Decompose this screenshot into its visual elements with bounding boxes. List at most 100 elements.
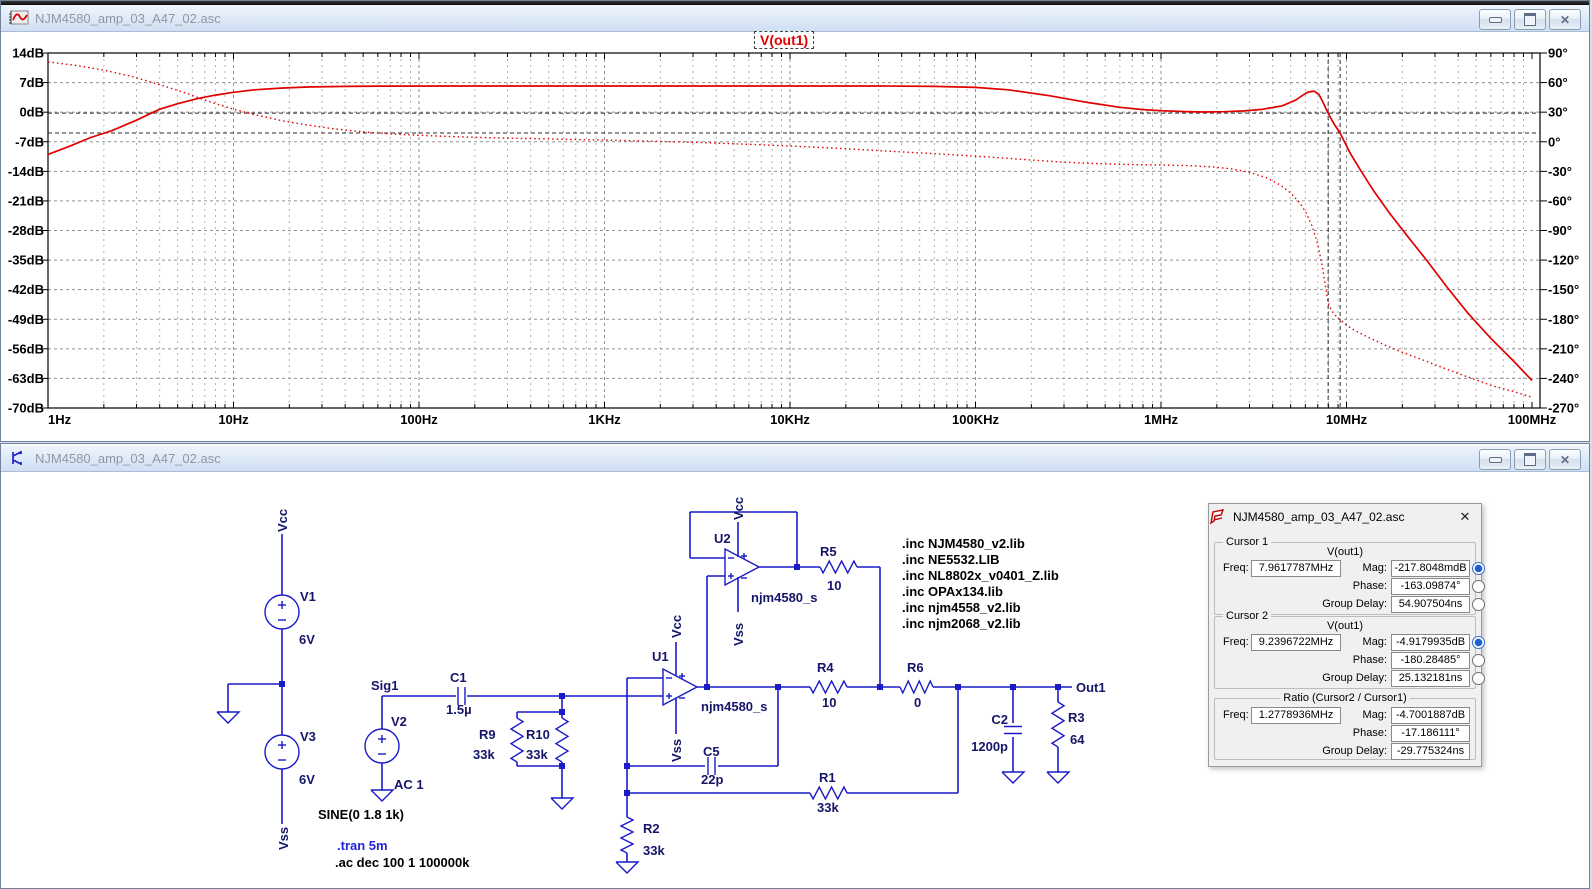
- close-icon[interactable]: ✕: [1457, 509, 1473, 525]
- u2-value[interactable]: njm4580_s: [751, 590, 818, 605]
- include-directive[interactable]: .inc NL8802x_v0401_Z.lib: [902, 568, 1059, 583]
- ac-directive[interactable]: .ac dec 100 1 100000k: [335, 855, 470, 870]
- r6-value[interactable]: 0: [914, 695, 921, 710]
- net-label-vss[interactable]: Vss: [731, 623, 746, 646]
- cursor2-mag-field: -4.9179935dB: [1391, 634, 1470, 651]
- include-directive[interactable]: .inc NJM4580_v2.lib: [902, 536, 1025, 551]
- trace-label[interactable]: V(out1): [754, 31, 814, 49]
- r4-value[interactable]: 10: [822, 695, 836, 710]
- cursor-panel[interactable]: NJM4580_amp_03_A47_02.asc ✕ Cursor 1 V(o…: [1208, 503, 1482, 767]
- c1-value[interactable]: 1.5µ: [446, 702, 472, 717]
- net-label-vss[interactable]: Vss: [669, 739, 684, 762]
- svg-text:100MHz: 100MHz: [1508, 412, 1557, 427]
- u1-value[interactable]: njm4580_s: [701, 699, 768, 714]
- group-delay-label: Group Delay:: [1307, 596, 1387, 611]
- include-directive[interactable]: .inc njm4558_v2.lib: [902, 600, 1021, 615]
- cursor1-group-delay-radio[interactable]: [1472, 598, 1485, 611]
- tran-directive[interactable]: .tran 5m: [337, 838, 388, 853]
- v2-value[interactable]: AC 1: [394, 777, 424, 792]
- cursor2-mag-radio[interactable]: [1472, 636, 1485, 649]
- cursor2-phase-field: -180.28485°: [1391, 652, 1470, 669]
- cursor1-group: Cursor 1 V(out1) Freq: 7.9617787MHz Mag:…: [1214, 542, 1476, 615]
- cursor2-phase-radio[interactable]: [1472, 654, 1485, 667]
- svg-text:30°: 30°: [1548, 105, 1568, 120]
- svg-text:100KHz: 100KHz: [952, 412, 999, 427]
- include-directive[interactable]: .inc njm2068_v2.lib: [902, 616, 1021, 631]
- ltspice-logo-icon: [1209, 508, 1227, 526]
- ratio-group: Ratio (Cursor2 / Cursor1) Freq: 1.277893…: [1214, 698, 1476, 760]
- r2-value[interactable]: 33k: [643, 843, 665, 858]
- svg-text:-14dB: -14dB: [8, 164, 44, 179]
- include-directive[interactable]: .inc OPAx134.lib: [902, 584, 1003, 599]
- svg-text:-56dB: -56dB: [8, 341, 44, 356]
- net-label-vcc[interactable]: Vcc: [275, 509, 290, 532]
- cursor-panel-title: NJM4580_amp_03_A47_02.asc: [1233, 510, 1404, 524]
- r9-value[interactable]: 33k: [473, 747, 495, 762]
- c1-name[interactable]: C1: [450, 670, 467, 685]
- mag-label: Mag:: [1327, 707, 1387, 722]
- r4-name[interactable]: R4: [817, 660, 834, 675]
- cursor1-phase-radio[interactable]: [1472, 580, 1485, 593]
- net-label-vcc[interactable]: Vcc: [669, 615, 684, 638]
- ratio-group-label: Ratio (Cursor2 / Cursor1): [1280, 692, 1409, 704]
- cursor2-group-delay-radio[interactable]: [1472, 672, 1485, 685]
- mag-label: Mag:: [1327, 560, 1387, 575]
- r1-value[interactable]: 33k: [817, 800, 839, 815]
- c5-value[interactable]: 22p: [701, 772, 723, 787]
- v1-value[interactable]: 6V: [299, 632, 315, 647]
- r3-value[interactable]: 64: [1070, 732, 1085, 747]
- cursor1-mag-radio[interactable]: [1472, 562, 1485, 575]
- r10-name[interactable]: R10: [526, 727, 550, 742]
- v1-name[interactable]: V1: [300, 589, 316, 604]
- mag-label: Mag:: [1327, 634, 1387, 649]
- phase-label: Phase:: [1327, 578, 1387, 593]
- svg-text:-63dB: -63dB: [8, 371, 44, 386]
- svg-text:10Hz: 10Hz: [218, 412, 249, 427]
- r5-name[interactable]: R5: [820, 544, 837, 559]
- cursor-panel-titlebar[interactable]: NJM4580_amp_03_A47_02.asc ✕: [1209, 504, 1481, 530]
- net-label-vss[interactable]: Vss: [276, 827, 291, 850]
- net-label-out1[interactable]: Out1: [1076, 680, 1106, 695]
- svg-text:14dB: 14dB: [12, 46, 44, 61]
- v3-value[interactable]: 6V: [299, 772, 315, 787]
- ratio-group-delay-field: -29.775324ns: [1391, 743, 1470, 760]
- svg-text:60°: 60°: [1548, 75, 1568, 90]
- group-delay-label: Group Delay:: [1307, 743, 1387, 758]
- svg-text:-240°: -240°: [1548, 371, 1579, 386]
- svg-text:-120°: -120°: [1548, 253, 1579, 268]
- net-label-vcc[interactable]: Vcc: [731, 497, 746, 520]
- cursor1-group-delay-field: 54.907504ns: [1391, 596, 1470, 613]
- phase-label: Phase:: [1327, 652, 1387, 667]
- phase-label: Phase:: [1327, 725, 1387, 740]
- bode-plot[interactable]: 14dB90°7dB60°0dB30°-7dB0°-14dB-30°-21dB-…: [0, 0, 1592, 443]
- svg-text:0°: 0°: [1548, 134, 1560, 149]
- r2-name[interactable]: R2: [643, 821, 660, 836]
- svg-text:-28dB: -28dB: [8, 223, 44, 238]
- net-label-sig1[interactable]: Sig1: [371, 678, 398, 693]
- v2-name[interactable]: V2: [391, 714, 407, 729]
- c2-value[interactable]: 1200p: [971, 739, 1008, 754]
- svg-text:10KHz: 10KHz: [770, 412, 810, 427]
- svg-text:1Hz: 1Hz: [48, 412, 72, 427]
- svg-text:-60°: -60°: [1548, 193, 1572, 208]
- svg-text:7dB: 7dB: [19, 75, 44, 90]
- sine-directive[interactable]: SINE(0 1.8 1k): [318, 807, 404, 822]
- svg-text:10MHz: 10MHz: [1326, 412, 1368, 427]
- r1-name[interactable]: R1: [819, 770, 836, 785]
- svg-text:-21dB: -21dB: [8, 193, 44, 208]
- r10-value[interactable]: 33k: [526, 747, 548, 762]
- v3-name[interactable]: V3: [300, 729, 316, 744]
- u1-name[interactable]: U1: [652, 649, 669, 664]
- r5-value[interactable]: 10: [827, 578, 841, 593]
- r6-name[interactable]: R6: [907, 660, 924, 675]
- r9-name[interactable]: R9: [479, 727, 496, 742]
- r3-name[interactable]: R3: [1068, 710, 1085, 725]
- freq-label: Freq:: [1223, 707, 1249, 722]
- cursor1-phase-field: -163.09874°: [1391, 578, 1470, 595]
- u2-name[interactable]: U2: [714, 531, 731, 546]
- svg-text:-150°: -150°: [1548, 282, 1579, 297]
- cursor2-signal: V(out1): [1215, 620, 1475, 632]
- include-directive[interactable]: .inc NE5532.LIB: [902, 552, 1000, 567]
- c5-name[interactable]: C5: [703, 744, 720, 759]
- c2-name[interactable]: C2: [991, 712, 1008, 727]
